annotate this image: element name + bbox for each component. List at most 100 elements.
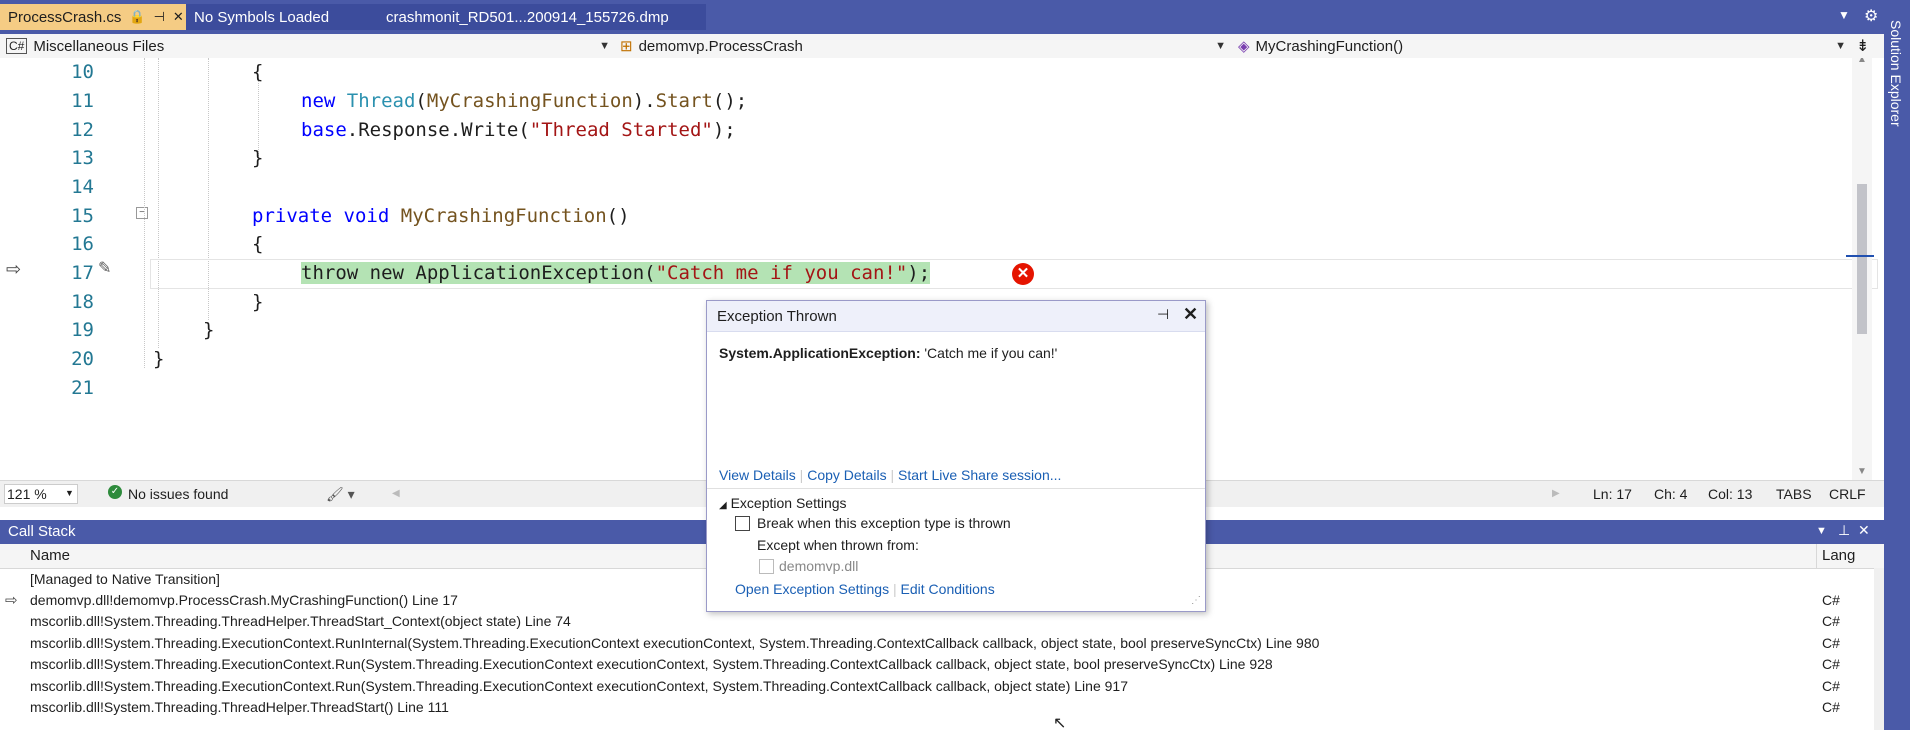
indent-guide <box>258 78 259 158</box>
issues-status[interactable]: No issues found <box>128 486 228 502</box>
pin-icon[interactable]: ⊣ <box>1157 306 1169 323</box>
chevron-down-icon: ▼ <box>1835 40 1846 52</box>
exception-popup-title: Exception Thrown <box>717 308 837 325</box>
brace: { <box>252 61 264 83</box>
keyword: private <box>252 205 333 227</box>
tab-overflow-icon[interactable]: ▼ <box>1838 8 1850 22</box>
frame-language: C# <box>1822 635 1840 651</box>
resize-grip-icon[interactable]: ⋰ <box>1191 595 1201 606</box>
window-menu-icon[interactable]: ▼ <box>1816 525 1827 537</box>
method-name: Start <box>655 90 713 112</box>
line-number: 13 <box>71 147 94 169</box>
line-number: 21 <box>71 377 94 399</box>
class-dropdown[interactable]: ⊞ demomvp.ProcessCrash ▼ <box>620 36 1230 56</box>
line-indicator[interactable]: Ln: 17 <box>1593 486 1632 502</box>
indent-mode[interactable]: TABS <box>1776 486 1812 502</box>
call-stack-row[interactable]: mscorlib.dll!System.Threading.ExecutionC… <box>0 654 1884 675</box>
indent-guide <box>158 58 159 348</box>
member-dropdown[interactable]: ◈ MyCrashingFunction() ▼ <box>1238 36 1850 56</box>
call-stack-scrollbar[interactable] <box>1874 568 1884 730</box>
code-line-20: } <box>153 348 164 370</box>
solution-explorer-tab[interactable]: Solution Explorer <box>1884 0 1910 730</box>
exception-settings-label: Exception Settings <box>730 495 847 511</box>
pin-icon[interactable]: ⊥ <box>1838 522 1850 539</box>
scroll-down-icon[interactable]: ▼ <box>1857 466 1867 477</box>
call-stack-row[interactable]: mscorlib.dll!System.Threading.ThreadHelp… <box>0 611 1884 632</box>
tab-no-symbols[interactable]: No Symbols Loaded <box>186 4 378 30</box>
frame-name: mscorlib.dll!System.Threading.ThreadHelp… <box>30 699 449 715</box>
split-window-icon[interactable]: ⇟ <box>1856 36 1869 56</box>
exception-settings-toggle[interactable]: ◢ Exception Settings <box>719 495 847 511</box>
tab-processcrash[interactable]: ProcessCrash.cs 🔒 ⊣ ✕ <box>0 4 188 30</box>
tab-dump-file[interactable]: crashmonit_RD501...200914_155726.dmp <box>378 4 706 30</box>
current-statement-arrow-icon: ⇨ <box>6 259 22 279</box>
punctuation: ). <box>632 90 656 112</box>
method-icon: ◈ <box>1238 38 1250 55</box>
line-number: 14 <box>71 176 94 198</box>
project-dropdown[interactable]: C# Miscellaneous Files ▼ <box>6 36 614 56</box>
navigation-bar: C# Miscellaneous Files ▼ ⊞ demomvp.Proce… <box>0 34 1884 59</box>
exception-footer-links: Open Exception Settings | Edit Condition… <box>735 581 995 597</box>
settings-icon[interactable]: ⚙ <box>1864 6 1878 26</box>
close-icon[interactable]: ✕ <box>1183 304 1198 325</box>
lock-icon: 🔒 <box>129 9 146 24</box>
tab-label: crashmonit_RD501...200914_155726.dmp <box>386 8 669 26</box>
separator: | <box>890 467 898 483</box>
vertical-scrollbar[interactable]: ▲ ▼ <box>1846 58 1874 480</box>
code-line-12: base.Response.Write("Thread Started"); <box>301 119 736 141</box>
line-number: 17 <box>71 262 94 284</box>
zoom-dropdown[interactable]: 121 % ▼ <box>4 484 78 504</box>
column-header-language[interactable]: Lang <box>1822 547 1855 564</box>
zoom-level: 121 % <box>7 486 47 502</box>
copy-details-link[interactable]: Copy Details <box>807 467 886 483</box>
column-divider[interactable] <box>1816 544 1817 568</box>
exception-actions: View Details | Copy Details | Start Live… <box>719 467 1061 483</box>
module-checkbox[interactable] <box>759 559 774 574</box>
call-stack-row[interactable]: mscorlib.dll!System.Threading.ExecutionC… <box>0 633 1884 654</box>
frame-name: mscorlib.dll!System.Threading.ExecutionC… <box>30 656 1273 672</box>
live-share-link[interactable]: Start Live Share session... <box>898 467 1061 483</box>
code-line-11: new Thread(MyCrashingFunction).Start(); <box>301 90 747 112</box>
chevron-down-icon: ▼ <box>599 40 610 52</box>
error-icon[interactable]: ✕ <box>1012 263 1034 285</box>
chevron-down-icon: ▼ <box>65 488 74 498</box>
scroll-right-icon[interactable]: ▶ <box>1552 488 1560 499</box>
string-literal: "Thread Started" <box>529 119 713 141</box>
punctuation: (); <box>712 90 748 112</box>
column-header-name[interactable]: Name <box>30 547 70 564</box>
brace: } <box>252 147 264 169</box>
open-exception-settings-link[interactable]: Open Exception Settings <box>735 581 889 597</box>
exception-text: 'Catch me if you can!' <box>924 345 1058 361</box>
line-number: 16 <box>71 233 94 255</box>
close-tab-icon[interactable]: ✕ <box>173 9 184 25</box>
line-ending[interactable]: CRLF <box>1829 486 1866 502</box>
caret-marker <box>1846 255 1874 257</box>
quick-actions-icon[interactable]: ✎ <box>98 258 111 278</box>
column-indicator[interactable]: Col: 13 <box>1708 486 1752 502</box>
divider <box>707 488 1205 489</box>
call-stack-row[interactable]: mscorlib.dll!System.Threading.ExecutionC… <box>0 676 1884 697</box>
break-when-thrown-checkbox[interactable] <box>735 516 750 531</box>
frame-language: C# <box>1822 656 1840 672</box>
call-stack-row[interactable]: mscorlib.dll!System.Threading.ThreadHelp… <box>0 697 1884 718</box>
scrollbar-thumb[interactable] <box>1857 184 1867 334</box>
current-frame-arrow-icon: ⇨ <box>5 592 18 609</box>
code-line-10: { <box>252 61 263 83</box>
scroll-up-icon[interactable]: ▲ <box>1857 58 1867 65</box>
frame-language: C# <box>1822 678 1840 694</box>
solution-explorer-label: Solution Explorer <box>1888 20 1904 127</box>
type-name: Thread <box>346 90 416 112</box>
frame-language: C# <box>1822 699 1840 715</box>
edit-conditions-link[interactable]: Edit Conditions <box>901 581 995 597</box>
collapse-icon[interactable]: − <box>136 207 148 219</box>
punctuation: ( <box>415 90 427 112</box>
brush-icon[interactable]: 🖌 ▾ <box>326 486 355 503</box>
pin-icon[interactable]: ⊣ <box>154 9 165 25</box>
close-panel-icon[interactable]: ✕ <box>1858 522 1870 539</box>
char-indicator[interactable]: Ch: 4 <box>1654 486 1687 502</box>
string-literal: "Catch me if you can!" <box>655 262 908 284</box>
separator: | <box>893 581 901 597</box>
scroll-left-icon[interactable]: ◀ <box>392 488 400 499</box>
exception-popup-titlebar: Exception Thrown ⊣ ✕ <box>707 301 1205 332</box>
view-details-link[interactable]: View Details <box>719 467 796 483</box>
